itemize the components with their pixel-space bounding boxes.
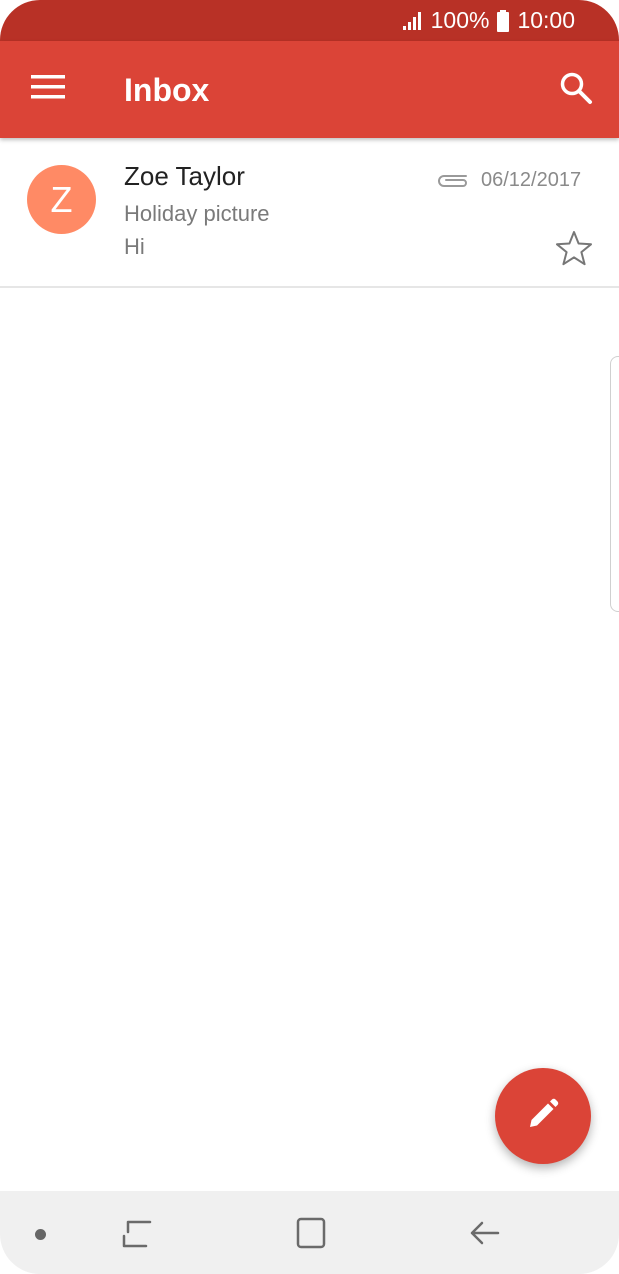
dot-icon — [35, 1229, 46, 1240]
email-sender: Zoe Taylor — [124, 161, 245, 191]
back-icon — [464, 1221, 504, 1255]
email-list-item[interactable]: Z Zoe Taylor Holiday picture Hi 06/12/20… — [0, 141, 619, 288]
star-icon — [555, 231, 593, 271]
attachment-icon — [436, 171, 470, 196]
email-date: 06/12/2017 — [481, 169, 582, 191]
phone-screen: 100% 10:00 Inbox Z Zoe Taylor Holiday pi… — [0, 0, 619, 1274]
compose-button[interactable] — [495, 1068, 591, 1164]
page-title: Inbox — [124, 72, 210, 108]
avatar: Z — [27, 165, 96, 234]
status-bar: 100% 10:00 — [0, 0, 619, 41]
clock: 10:00 — [517, 7, 575, 33]
menu-button[interactable] — [24, 69, 72, 109]
recents-button[interactable] — [118, 1216, 158, 1252]
menu-icon — [31, 74, 65, 104]
search-icon — [559, 71, 593, 110]
battery-percent: 100% — [430, 7, 490, 33]
battery-icon — [496, 9, 510, 32]
edge-panel-handle[interactable] — [610, 356, 619, 612]
star-button[interactable] — [555, 229, 593, 267]
app-bar: Inbox — [0, 41, 619, 138]
home-icon — [292, 1217, 332, 1255]
email-subject: Holiday picture — [124, 201, 270, 226]
back-button[interactable] — [464, 1215, 504, 1251]
pencil-icon — [526, 1097, 560, 1136]
recents-icon — [118, 1220, 158, 1256]
email-preview: Hi — [124, 234, 145, 259]
navigation-bar — [0, 1191, 619, 1274]
signal-icon — [402, 11, 424, 31]
home-button[interactable] — [292, 1215, 332, 1251]
search-button[interactable] — [551, 65, 601, 115]
